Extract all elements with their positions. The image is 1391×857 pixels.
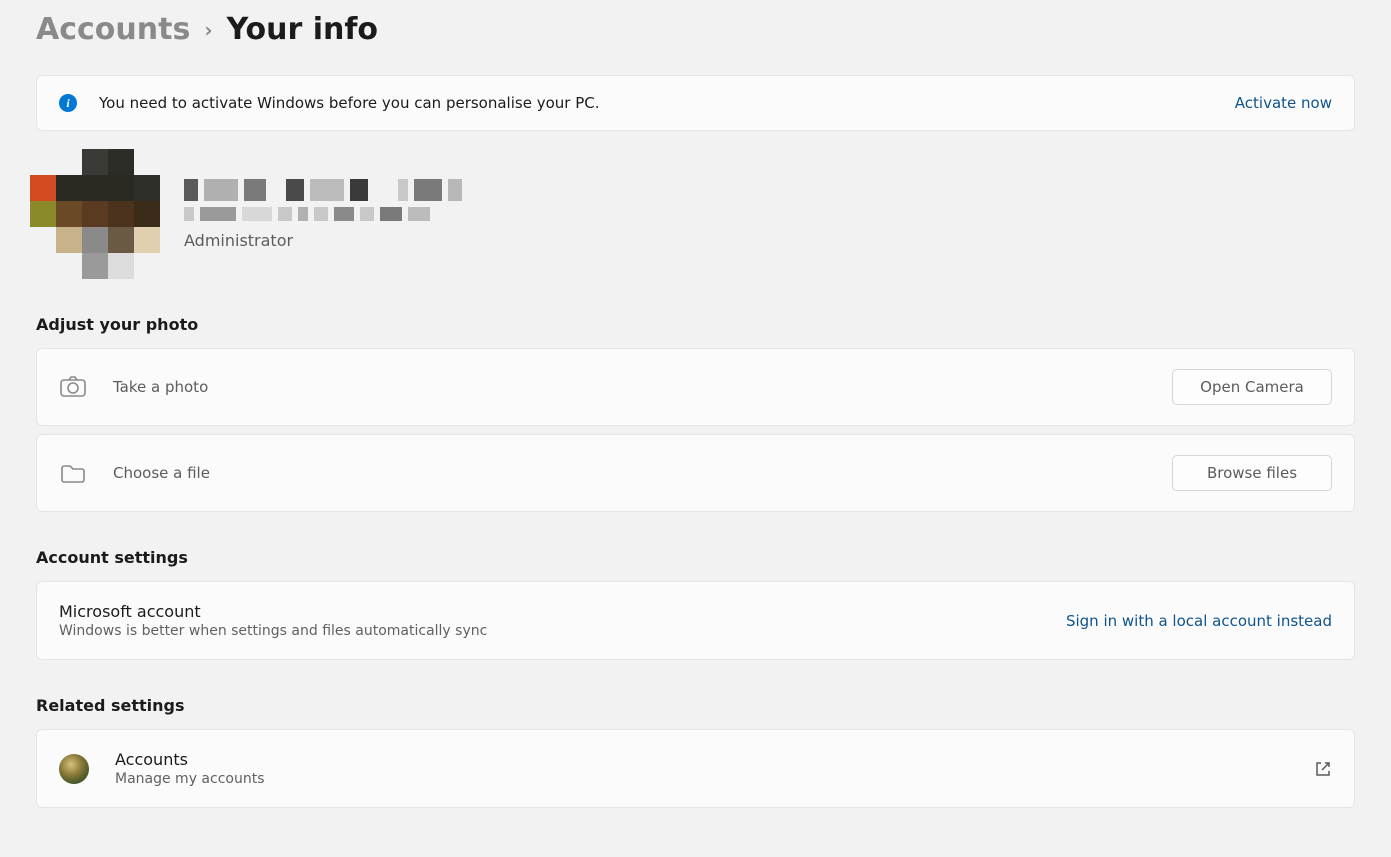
chevron-right-icon: › — [204, 18, 212, 42]
breadcrumb: Accounts › Your info — [36, 12, 1355, 47]
section-related-heading: Related settings — [36, 696, 1355, 715]
small-avatar-icon — [59, 754, 89, 784]
sign-in-local-link[interactable]: Sign in with a local account instead — [1066, 612, 1332, 630]
activate-now-link[interactable]: Activate now — [1235, 94, 1332, 112]
related-accounts-title: Accounts — [115, 750, 1288, 769]
breadcrumb-parent[interactable]: Accounts — [36, 12, 190, 47]
camera-icon — [59, 376, 87, 398]
related-accounts-row[interactable]: Accounts Manage my accounts — [36, 729, 1355, 808]
open-camera-button[interactable]: Open Camera — [1172, 369, 1332, 405]
activation-banner: i You need to activate Windows before yo… — [36, 75, 1355, 131]
folder-icon — [59, 462, 87, 484]
choose-file-row: Choose a file Browse files — [36, 434, 1355, 512]
open-external-icon — [1314, 760, 1332, 778]
breadcrumb-current: Your info — [227, 12, 378, 47]
profile-name-redacted — [184, 179, 462, 201]
profile-avatar — [30, 149, 160, 279]
microsoft-account-row: Microsoft account Windows is better when… — [36, 581, 1355, 660]
choose-file-label: Choose a file — [113, 464, 1146, 482]
banner-message: You need to activate Windows before you … — [99, 94, 1213, 112]
section-adjust-photo-heading: Adjust your photo — [36, 315, 1355, 334]
section-account-settings-heading: Account settings — [36, 548, 1355, 567]
profile-email-redacted — [184, 207, 462, 221]
ms-account-desc: Windows is better when settings and file… — [59, 623, 1040, 639]
profile-block: Administrator — [36, 149, 1355, 279]
take-photo-label: Take a photo — [113, 378, 1146, 396]
browse-files-button[interactable]: Browse files — [1172, 455, 1332, 491]
profile-role: Administrator — [184, 231, 462, 250]
ms-account-title: Microsoft account — [59, 602, 1040, 621]
info-icon: i — [59, 94, 77, 112]
take-photo-row: Take a photo Open Camera — [36, 348, 1355, 426]
related-accounts-desc: Manage my accounts — [115, 771, 1288, 787]
